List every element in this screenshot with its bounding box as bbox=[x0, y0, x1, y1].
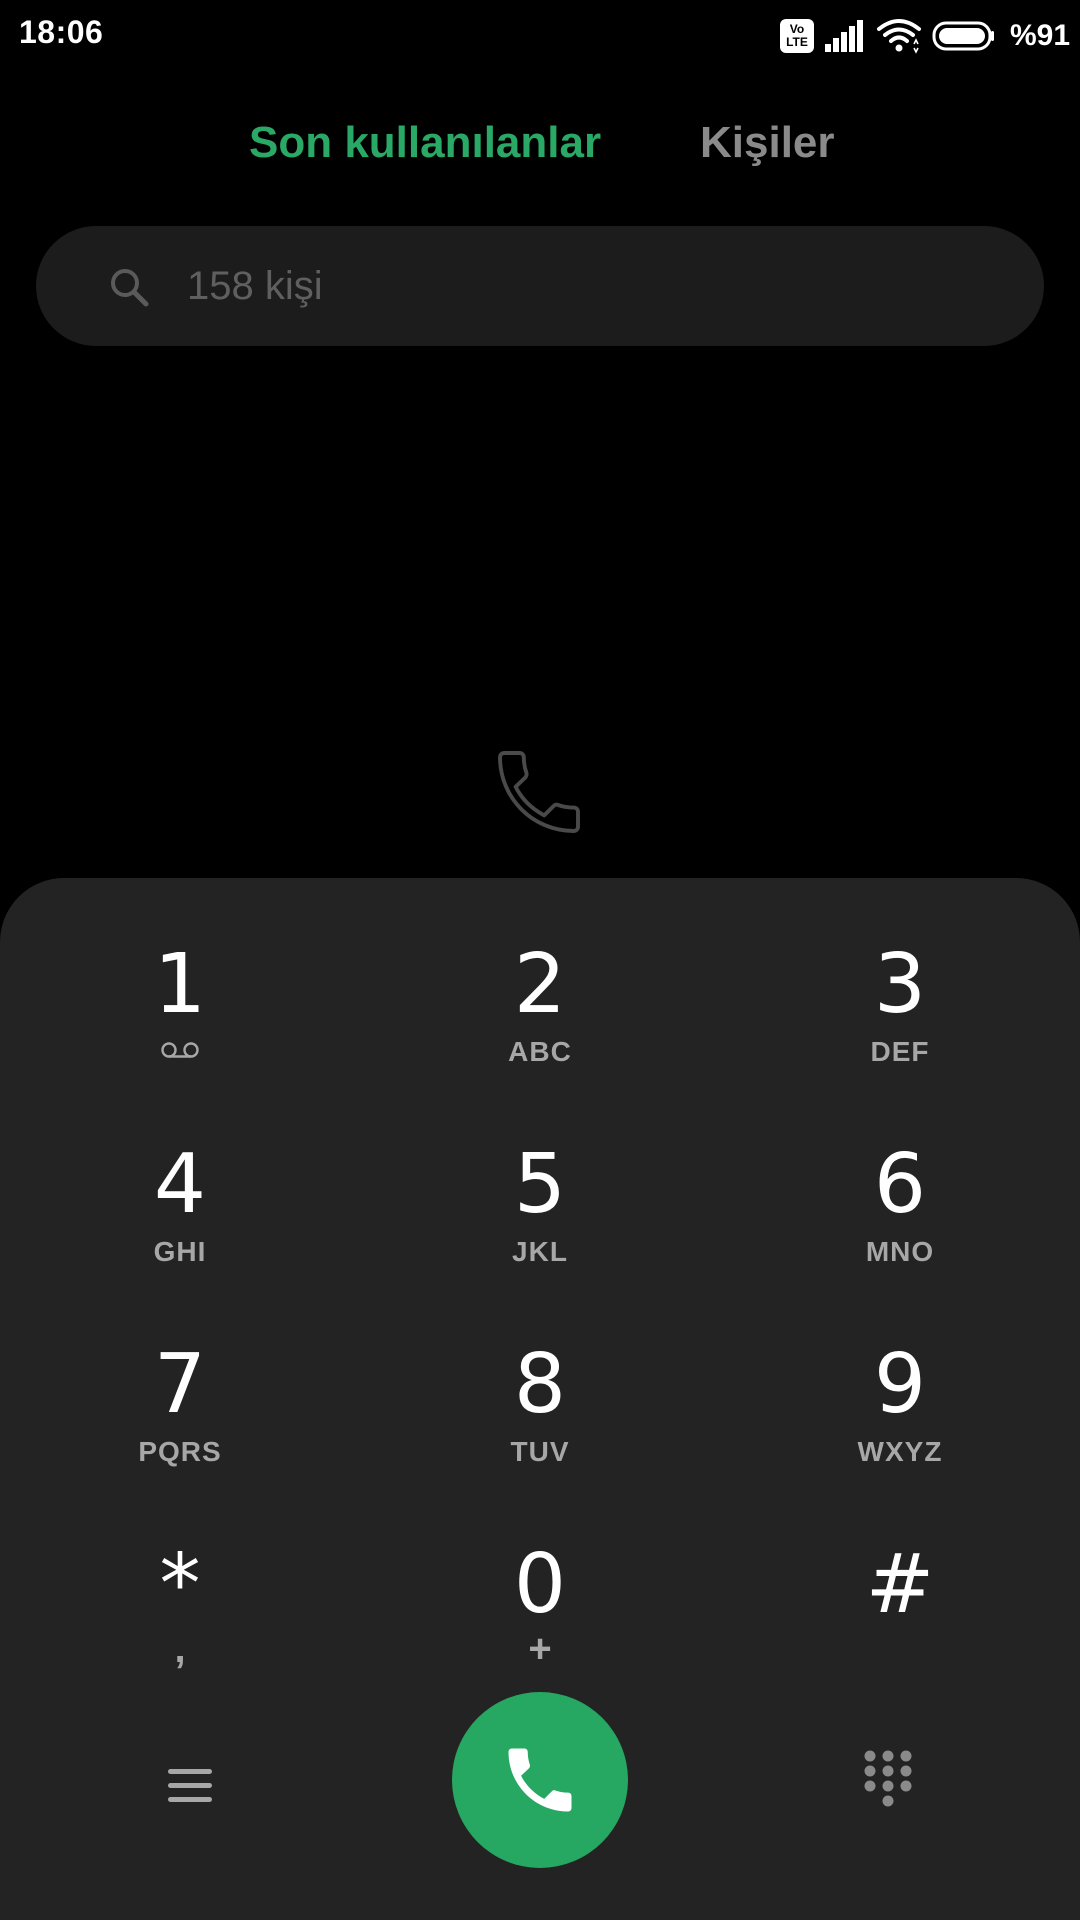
key-digit: 6 bbox=[873, 1137, 927, 1232]
key-8[interactable]: 8 TUV bbox=[415, 1341, 665, 1511]
battery-icon bbox=[932, 21, 994, 51]
voicemail-icon bbox=[161, 1042, 199, 1058]
key-letters: DEF bbox=[870, 1036, 930, 1067]
key-hash[interactable]: # bbox=[775, 1541, 1025, 1711]
phone-icon bbox=[498, 751, 580, 833]
key-digit: * bbox=[159, 1537, 201, 1632]
key-letters: ABC bbox=[508, 1036, 572, 1067]
key-digit: 8 bbox=[513, 1337, 567, 1432]
key-5[interactable]: 5 JKL bbox=[415, 1141, 665, 1311]
search-icon bbox=[111, 269, 149, 307]
volte-bottom-text: LTE bbox=[786, 35, 808, 49]
key-3[interactable]: 3 DEF bbox=[775, 941, 1025, 1111]
search-placeholder: 158 kişi bbox=[187, 264, 323, 308]
status-bar: 18:06 Vo LTE %91 bbox=[0, 0, 1080, 72]
tab-recents[interactable]: Son kullanılanlar bbox=[249, 118, 601, 168]
key-0[interactable]: 0 + bbox=[415, 1541, 665, 1711]
battery-percent: %91 bbox=[1009, 19, 1070, 52]
key-digit: # bbox=[865, 1537, 935, 1632]
key-letters: WXYZ bbox=[857, 1436, 943, 1467]
key-letters: TUV bbox=[510, 1436, 570, 1467]
key-digit: 5 bbox=[513, 1137, 567, 1232]
dialpad-toggle-button[interactable] bbox=[860, 1748, 916, 1814]
key-letters: JKL bbox=[512, 1236, 568, 1267]
tab-contacts[interactable]: Kişiler bbox=[700, 118, 835, 168]
key-letters: GHI bbox=[153, 1236, 207, 1267]
wifi-icon bbox=[876, 19, 921, 54]
dialpad-icon bbox=[864, 1750, 912, 1807]
key-letters: + bbox=[528, 1627, 552, 1671]
status-icons: Vo LTE %91 bbox=[779, 18, 1070, 54]
status-time: 18:06 bbox=[19, 14, 104, 50]
key-9[interactable]: 9 WXYZ bbox=[775, 1341, 1025, 1511]
key-digit: 9 bbox=[873, 1337, 927, 1432]
dialpad: 1 2 ABC 3 DEF 4 GHI 5 JKL 6 MNO 7 PQRS 8… bbox=[0, 878, 1080, 1920]
key-digit: 2 bbox=[513, 937, 567, 1032]
volte-icon: Vo LTE bbox=[779, 19, 814, 53]
key-1[interactable]: 1 bbox=[55, 941, 305, 1111]
key-7[interactable]: 7 PQRS bbox=[55, 1341, 305, 1511]
key-4[interactable]: 4 GHI bbox=[55, 1141, 305, 1311]
key-digit: 7 bbox=[153, 1337, 207, 1432]
menu-button[interactable] bbox=[160, 1756, 220, 1816]
key-digit: 3 bbox=[873, 937, 927, 1032]
call-icon bbox=[508, 1748, 572, 1812]
key-letters: MNO bbox=[865, 1236, 935, 1267]
search-input[interactable]: 158 kişi bbox=[36, 226, 1044, 346]
key-star[interactable]: * , bbox=[55, 1541, 305, 1711]
key-digit: 1 bbox=[153, 937, 207, 1032]
menu-icon bbox=[168, 1769, 212, 1802]
key-digit: 4 bbox=[153, 1137, 207, 1232]
key-2[interactable]: 2 ABC bbox=[415, 941, 665, 1111]
key-6[interactable]: 6 MNO bbox=[775, 1141, 1025, 1311]
call-button[interactable] bbox=[452, 1692, 628, 1868]
signal-icon bbox=[824, 20, 863, 52]
key-digit: 0 bbox=[513, 1537, 567, 1632]
tab-bar: Son kullanılanlar Kişiler bbox=[0, 118, 1080, 182]
key-letters: PQRS bbox=[138, 1436, 222, 1467]
key-letters: , bbox=[174, 1627, 186, 1671]
